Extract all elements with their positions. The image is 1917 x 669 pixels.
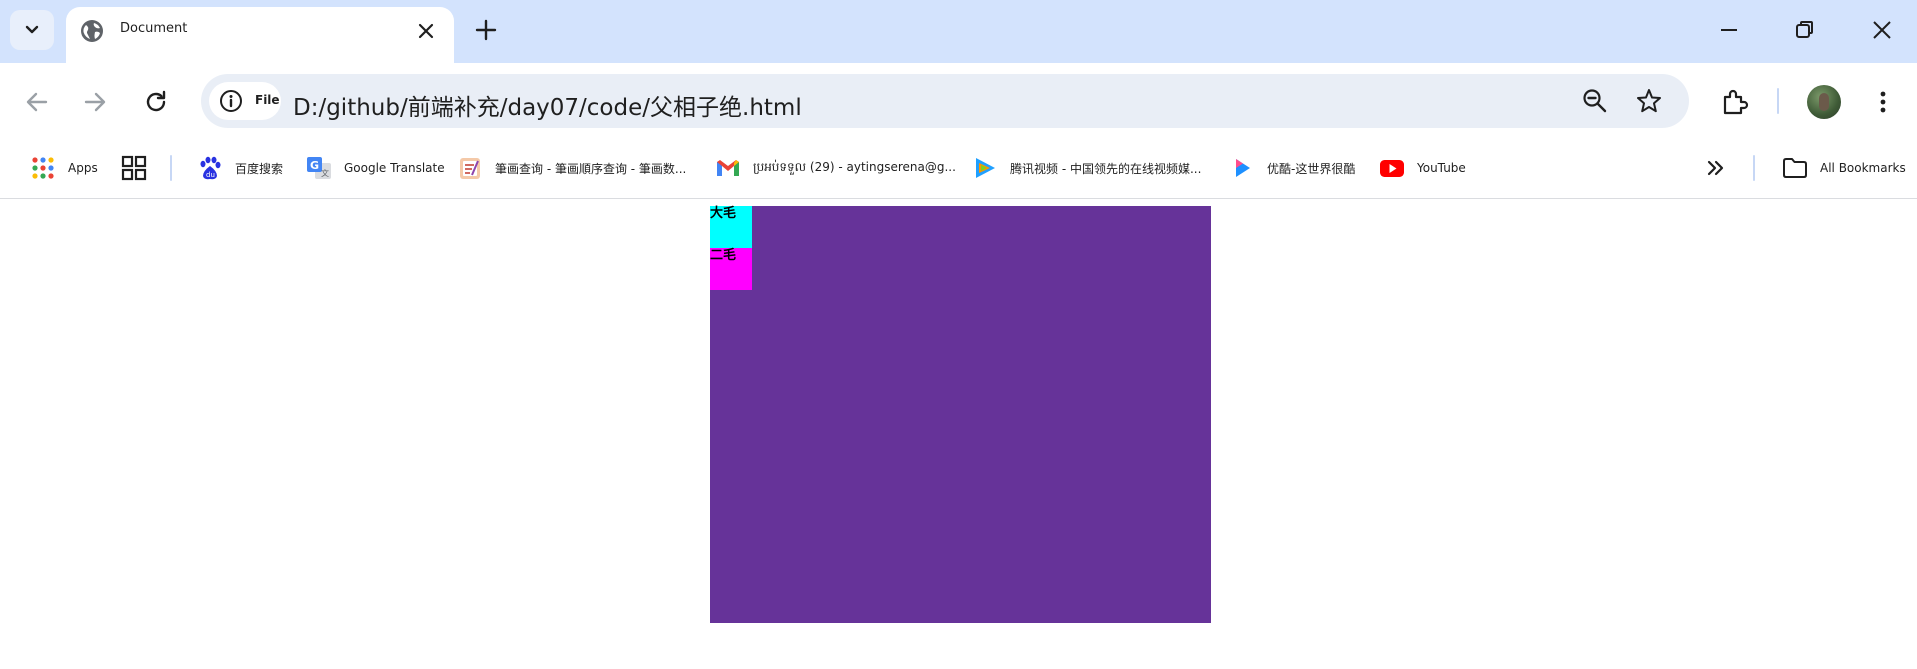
profile-avatar[interactable] — [1807, 85, 1841, 119]
browser-toolbar: File D:/github/前端补充/day07/code/父相子绝.html — [0, 63, 1917, 139]
tencent-video-icon — [976, 158, 995, 178]
svg-text:文: 文 — [321, 168, 329, 178]
close-window-icon[interactable] — [1869, 17, 1895, 43]
svg-text:G: G — [310, 159, 319, 172]
all-bookmarks-label: All Bookmarks — [1820, 161, 1906, 175]
address-bar[interactable]: File D:/github/前端补充/day07/code/父相子绝.html — [201, 74, 1689, 128]
back-icon[interactable] — [22, 87, 52, 117]
all-bookmarks-button[interactable]: All Bookmarks — [1782, 152, 1906, 184]
bookmarks-divider — [1753, 155, 1755, 181]
bookmark-label: Google Translate — [344, 161, 445, 175]
tab-strip: Document — [0, 0, 1917, 63]
bookmark-label: 腾讯视频 - 中国领先的在线视频媒... — [1010, 161, 1202, 176]
page-viewport: 大毛 二毛 — [0, 199, 1917, 669]
child-label: 二毛 — [710, 248, 737, 263]
stroke-order-icon — [460, 158, 480, 179]
bookmark-label: YouTube — [1417, 161, 1466, 175]
child-label: 大毛 — [710, 206, 737, 221]
bookmark-gmail[interactable]: ប្រអប់ទទួល (29) - aytingserena@g... — [715, 152, 956, 184]
bookmarks-overflow-icon[interactable] — [1703, 155, 1729, 181]
father-box: 大毛 二毛 — [710, 206, 1211, 623]
restore-icon[interactable] — [1792, 17, 1818, 43]
extensions-icon[interactable] — [1719, 87, 1749, 117]
bookmark-apps[interactable]: Apps — [30, 152, 98, 184]
apps-grid-icon — [32, 157, 54, 179]
tab-search-button[interactable] — [10, 10, 54, 50]
site-info-chip[interactable]: File — [209, 82, 281, 120]
bookmark-youtube[interactable]: YouTube — [1379, 152, 1466, 184]
chevron-down-icon — [25, 25, 39, 34]
bookmark-tencent-video[interactable]: 腾讯视频 - 中国领先的在线视频媒... — [972, 152, 1201, 184]
new-tab-icon[interactable] — [472, 16, 500, 44]
bookmark-google-translate[interactable]: G 文 Google Translate — [306, 152, 445, 184]
site-chip-label: File — [255, 93, 280, 107]
bookmark-label: Apps — [68, 161, 98, 175]
globe-icon — [81, 20, 103, 42]
bookmark-youku[interactable]: 优酷-这世界很酷 — [1229, 152, 1355, 184]
more-menu-icon[interactable] — [1868, 87, 1898, 117]
forward-icon[interactable] — [80, 87, 110, 117]
bookmark-label: 筆画查询 - 筆画順序查询 - 筆画数... — [495, 161, 687, 176]
bookmark-tab-groups[interactable] — [121, 152, 147, 184]
bookmark-star-icon[interactable] — [1635, 87, 1663, 115]
child-box-damao: 大毛 — [710, 206, 752, 248]
baidu-icon: du — [200, 156, 221, 180]
google-translate-icon: G 文 — [307, 157, 331, 179]
bookmarks-bar: Apps du 百度搜索 G 文 Google Translate 筆画查询 -… — [0, 139, 1917, 199]
svg-text:du: du — [206, 171, 215, 179]
folder-icon — [1783, 158, 1807, 178]
youtube-icon — [1380, 160, 1404, 177]
bookmark-label: 优酷-这世界很酷 — [1267, 161, 1356, 176]
gmail-icon — [717, 160, 739, 176]
bookmark-label: ប្រអប់ទទួល (29) - aytingserena@g... — [753, 160, 956, 174]
tab-groups-icon — [121, 155, 147, 181]
bookmark-baidu[interactable]: du 百度搜索 — [197, 152, 283, 184]
minimize-icon[interactable] — [1716, 17, 1742, 43]
bookmarks-divider — [170, 155, 172, 181]
info-icon — [220, 90, 242, 112]
bookmark-label: 百度搜索 — [235, 161, 284, 176]
close-tab-icon[interactable] — [414, 19, 438, 43]
child-box-ermao: 二毛 — [710, 248, 752, 290]
toolbar-divider — [1777, 88, 1779, 114]
bookmark-stroke-order[interactable]: 筆画查询 - 筆画順序查询 - 筆画数... — [457, 152, 686, 184]
active-tab[interactable]: Document — [66, 7, 454, 63]
url-text[interactable]: D:/github/前端补充/day07/code/父相子绝.html — [293, 88, 802, 122]
tab-title: Document — [120, 21, 188, 36]
zoom-out-icon[interactable] — [1581, 87, 1609, 115]
youku-icon — [1236, 159, 1250, 177]
reload-icon[interactable] — [141, 87, 171, 117]
